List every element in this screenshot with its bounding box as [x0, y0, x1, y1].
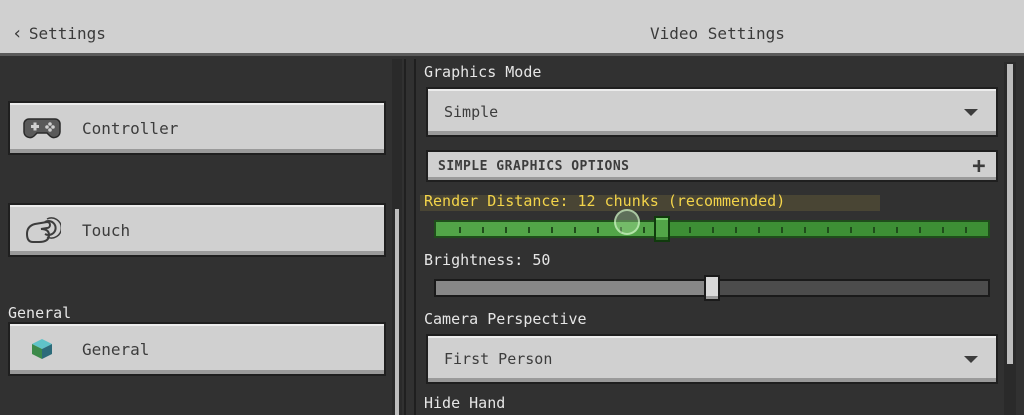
section-header-label: SIMPLE GRAPHICS OPTIONS — [438, 158, 630, 174]
sidebar-item-touch[interactable]: Touch — [8, 203, 386, 257]
slider-tick — [850, 227, 852, 233]
camera-perspective-label: Camera Perspective — [424, 310, 587, 328]
slider-tick — [574, 227, 576, 233]
hide-hand-label: Hide Hand — [424, 394, 506, 412]
simple-graphics-section-toggle[interactable]: SIMPLE GRAPHICS OPTIONS + — [426, 150, 998, 182]
brightness-thumb[interactable] — [704, 275, 720, 301]
slider-tick — [919, 227, 921, 233]
back-label: Settings — [28, 24, 106, 43]
slider-tick — [482, 227, 484, 233]
gamepad-icon — [22, 113, 62, 143]
camera-perspective-dropdown[interactable]: First Person — [426, 334, 998, 384]
render-distance-slider[interactable] — [434, 220, 990, 238]
graphics-mode-dropdown[interactable]: Simple — [426, 87, 998, 137]
slider-tick — [459, 227, 461, 233]
caret-down-icon — [964, 355, 978, 363]
back-button[interactable]: ‹ Settings — [12, 24, 106, 43]
plus-icon: + — [972, 153, 986, 179]
slider-tick — [804, 227, 806, 233]
settings-scrollbar-thumb[interactable] — [1007, 64, 1013, 364]
sidebar-item-general[interactable]: General — [8, 322, 386, 376]
slider-tick — [505, 227, 507, 233]
sidebar-item-label: General — [82, 339, 150, 359]
brightness-label: Brightness: 50 — [424, 251, 551, 269]
slider-tick — [781, 227, 783, 233]
brightness-fill — [436, 281, 712, 295]
touch-indicator — [614, 209, 640, 235]
slider-tick — [643, 227, 645, 233]
touch-hand-icon — [22, 215, 62, 245]
sidebar-section-label: General — [8, 304, 72, 322]
graphics-mode-value: Simple — [444, 103, 499, 121]
slider-tick — [942, 227, 944, 233]
slider-tick — [551, 227, 553, 233]
graphics-mode-label: Graphics Mode — [424, 63, 542, 81]
slider-tick — [827, 227, 829, 233]
slider-tick — [597, 227, 599, 233]
slider-tick — [735, 227, 737, 233]
cube-icon — [22, 334, 62, 364]
sidebar-item-label: Controller — [82, 118, 179, 138]
slider-tick — [712, 227, 714, 233]
sidebar-item-controller[interactable]: Controller — [8, 101, 386, 155]
slider-tick — [873, 227, 875, 233]
top-bar: ‹ Settings Video Settings — [0, 0, 1024, 56]
sidebar-scrollbar-thumb[interactable] — [395, 209, 399, 415]
sidebar-item-label: Touch — [82, 220, 131, 240]
render-distance-label: Render Distance: 12 chunks (recommended) — [424, 192, 786, 210]
render-distance-thumb[interactable] — [653, 216, 670, 242]
slider-tick — [965, 227, 967, 233]
slider-tick — [689, 227, 691, 233]
slider-tick — [528, 227, 530, 233]
page-title: Video Settings — [650, 24, 785, 43]
chevron-left-icon: ‹ — [12, 22, 23, 44]
slider-tick — [758, 227, 760, 233]
slider-tick — [896, 227, 898, 233]
camera-perspective-value: First Person — [444, 350, 553, 368]
caret-down-icon — [964, 108, 978, 116]
